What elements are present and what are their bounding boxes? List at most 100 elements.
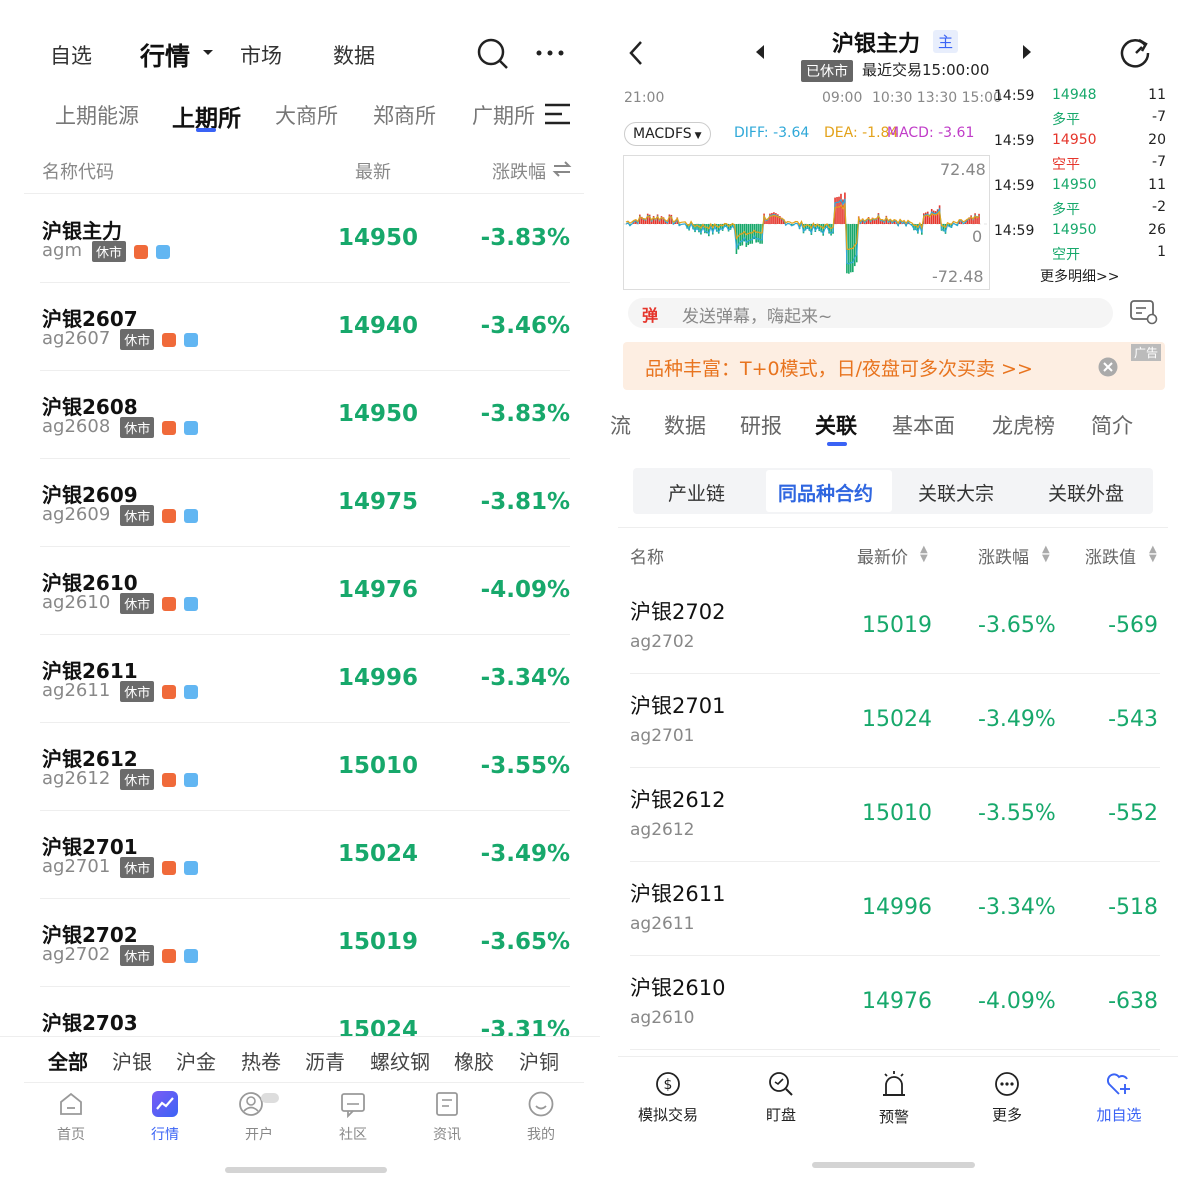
tab-czce[interactable]: 郑商所 bbox=[373, 100, 436, 130]
category-gold[interactable]: 沪金 bbox=[176, 1046, 216, 1075]
related-contract-row[interactable]: 沪银2612 ag2612 15010 -3.55% -552 bbox=[600, 768, 1200, 862]
tab-data[interactable]: 数据 bbox=[333, 40, 375, 70]
related-contract-row[interactable]: 沪银2611 ag2611 14996 -3.34% -518 bbox=[600, 862, 1200, 956]
tab-data[interactable]: 数据 bbox=[664, 410, 706, 440]
alert-label: 预警 bbox=[878, 1108, 909, 1126]
contract-detail-screen: 沪银主力 主 已休市 最近交易15:00:00 21:00 09:00 10:3… bbox=[600, 0, 1200, 1200]
watch-market-button[interactable]: 盯盘 bbox=[731, 1070, 831, 1125]
contract-code: agm bbox=[42, 240, 82, 261]
category-rubber[interactable]: 橡胶 bbox=[454, 1046, 494, 1075]
more-detail-link[interactable]: 更多明细>> bbox=[1040, 266, 1119, 286]
indicator-selector[interactable]: MACDFS ▼ bbox=[624, 122, 711, 146]
chart-trend-icon bbox=[152, 1091, 178, 1117]
more-dots-icon[interactable] bbox=[535, 48, 567, 58]
tab-dce[interactable]: 大商所 bbox=[275, 100, 338, 130]
quote-row[interactable]: 沪银2607 ag2607 休市 14940 -3.46% bbox=[0, 283, 600, 371]
change-percent: -3.65% bbox=[978, 613, 1056, 638]
nav-open-account[interactable]: 开户 bbox=[219, 1090, 299, 1144]
category-hrc[interactable]: 热卷 bbox=[241, 1046, 281, 1075]
back-icon[interactable] bbox=[628, 40, 644, 66]
active-tab-indicator bbox=[196, 128, 216, 132]
subtab-same-variety[interactable]: 同品种合约 bbox=[778, 479, 873, 506]
nav-quotes[interactable]: 行情 bbox=[125, 1090, 205, 1144]
tick-row: 14:59 14950 26 空开 1 bbox=[992, 222, 1172, 267]
contract-code: ag2607 bbox=[42, 328, 111, 349]
category-copper[interactable]: 沪铜 bbox=[519, 1046, 559, 1075]
nav-community[interactable]: 社区 bbox=[313, 1090, 393, 1144]
category-all[interactable]: 全部 bbox=[48, 1046, 88, 1075]
alarm-icon bbox=[883, 1071, 905, 1096]
quote-row[interactable]: 沪银2701 ag2701 休市 15024 -3.49% bbox=[0, 811, 600, 899]
market-closed-tag: 休市 bbox=[120, 857, 155, 878]
contract-code: ag2612 bbox=[42, 768, 111, 789]
add-watchlist-button[interactable]: 加自选 bbox=[1069, 1070, 1169, 1125]
quote-row[interactable]: 沪银2702 ag2702 休市 15019 -3.65% bbox=[0, 899, 600, 987]
contract-meta: agm 休市 bbox=[42, 240, 171, 262]
quote-row[interactable]: 沪银主力 agm 休市 14950 -3.83% bbox=[0, 195, 600, 283]
market-closed-tag: 休市 bbox=[120, 681, 155, 702]
related-contract-row[interactable]: 沪银2701 ag2701 15024 -3.49% -543 bbox=[600, 674, 1200, 768]
alert-button[interactable]: 预警 bbox=[844, 1070, 944, 1127]
nav-home[interactable]: 首页 bbox=[31, 1090, 111, 1144]
tab-gfex[interactable]: 广期所 bbox=[472, 100, 535, 130]
category-rebar[interactable]: 螺纹钢 bbox=[370, 1046, 430, 1075]
tick-time: 14:59 bbox=[994, 223, 1035, 239]
tab-related[interactable]: 关联 bbox=[815, 410, 857, 440]
tick-time: 14:59 bbox=[994, 178, 1035, 194]
sort-icon[interactable]: ▲ ▼ bbox=[920, 545, 928, 564]
menu-lines-icon[interactable] bbox=[544, 102, 572, 126]
sort-icon[interactable]: ▲ ▼ bbox=[1149, 545, 1157, 564]
tick-volume: 11 bbox=[1148, 177, 1166, 193]
tab-leaderboard[interactable]: 龙虎榜 bbox=[992, 410, 1055, 440]
category-silver[interactable]: 沪银 bbox=[112, 1046, 152, 1075]
refresh-icon[interactable] bbox=[1119, 36, 1153, 70]
more-button[interactable]: 更多 bbox=[957, 1070, 1057, 1125]
macd-value: MACD: -3.61 bbox=[887, 125, 975, 141]
subtab-related-commodities[interactable]: 关联大宗 bbox=[918, 479, 994, 506]
tab-intro[interactable]: 简介 bbox=[1091, 410, 1133, 440]
simulated-trade-button[interactable]: $ 模拟交易 bbox=[618, 1070, 718, 1125]
tab-market[interactable]: 市场 bbox=[240, 40, 282, 70]
nav-news[interactable]: 资讯 bbox=[407, 1090, 487, 1144]
header-latest[interactable]: 最新 bbox=[355, 158, 391, 184]
nav-mine[interactable]: 我的 bbox=[501, 1090, 581, 1144]
col-pct[interactable]: 涨跌幅 bbox=[978, 543, 1029, 568]
tab-research[interactable]: 研报 bbox=[740, 410, 782, 440]
header-change[interactable]: 涨跌幅 bbox=[492, 158, 546, 184]
quote-row[interactable]: 沪银2611 ag2611 休市 14996 -3.34% bbox=[0, 635, 600, 723]
next-contract-icon[interactable] bbox=[1022, 44, 1032, 60]
divider bbox=[24, 193, 584, 194]
market-closed-badge: 已休市 bbox=[801, 60, 853, 82]
category-bitumen[interactable]: 沥青 bbox=[305, 1046, 345, 1075]
sort-icon[interactable]: ▲ ▼ bbox=[1042, 545, 1050, 564]
swap-icon[interactable] bbox=[552, 160, 572, 178]
chat-icon bbox=[341, 1093, 365, 1118]
related-contract-row[interactable]: 沪银2702 ag2702 15019 -3.65% -569 bbox=[600, 580, 1200, 674]
tab-watchlist[interactable]: 自选 bbox=[50, 40, 92, 70]
quote-row[interactable]: 沪银2612 ag2612 休市 15010 -3.55% bbox=[0, 723, 600, 811]
change-percent: -4.09% bbox=[480, 577, 570, 603]
quote-row[interactable]: 沪银2610 ag2610 休市 14976 -4.09% bbox=[0, 547, 600, 635]
subtab-industry-chain[interactable]: 产业链 bbox=[668, 479, 725, 506]
main-contract-badge: 主 bbox=[933, 30, 959, 53]
tab-quotes[interactable]: 行情 bbox=[140, 37, 190, 73]
prev-contract-icon[interactable] bbox=[755, 44, 765, 60]
tab-ine[interactable]: 上期能源 bbox=[55, 100, 139, 130]
tab-flow[interactable]: 流 bbox=[610, 410, 631, 440]
close-icon[interactable] bbox=[1098, 357, 1118, 377]
danmu-settings-icon[interactable] bbox=[1128, 298, 1160, 326]
tick-price: 14950 bbox=[1052, 177, 1097, 193]
col-price[interactable]: 最新价 bbox=[857, 543, 908, 568]
subtab-related-foreign[interactable]: 关联外盘 bbox=[1048, 479, 1124, 506]
tick-price: 14950 bbox=[1052, 132, 1097, 148]
change-percent: -3.49% bbox=[978, 707, 1056, 732]
quote-row[interactable]: 沪银2608 ag2608 休市 14950 -3.83% bbox=[0, 371, 600, 459]
tick-time: 14:59 bbox=[994, 133, 1035, 149]
chevron-down-icon[interactable] bbox=[202, 49, 214, 57]
col-chg[interactable]: 涨跌值 bbox=[1085, 543, 1136, 568]
search-icon[interactable] bbox=[476, 37, 510, 71]
tab-fundamentals[interactable]: 基本面 bbox=[892, 410, 955, 440]
quote-row[interactable]: 沪银2609 ag2609 休市 14975 -3.81% bbox=[0, 459, 600, 547]
contract-name: 沪银2703 bbox=[42, 1011, 138, 1035]
related-contract-row[interactable]: 沪银2610 ag2610 14976 -4.09% -638 bbox=[600, 956, 1200, 1050]
